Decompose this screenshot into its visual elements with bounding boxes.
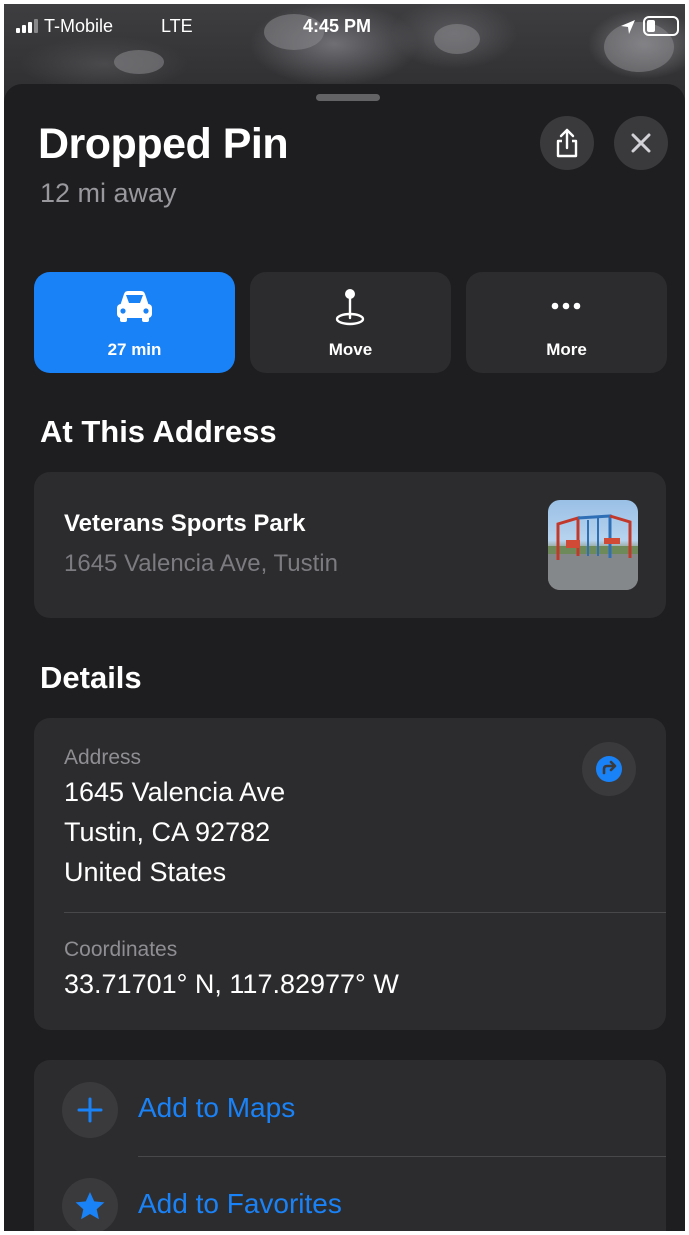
maps-screen: T-Mobile LTE 4:45 PM Dropped Pin 12 mi a… — [4, 4, 685, 1231]
share-icon — [556, 128, 578, 158]
address-label: Address — [64, 746, 142, 769]
details-card: Address 1645 Valencia Ave Tustin, CA 927… — [34, 718, 666, 1030]
location-arrow-icon — [621, 20, 635, 34]
battery-level-fill — [647, 20, 655, 32]
sheet-grabber[interactable] — [316, 94, 380, 101]
network-type: LTE — [161, 16, 193, 36]
add-to-maps-row[interactable]: Add to Maps — [34, 1060, 666, 1156]
distance-label: 12 mi away — [40, 178, 177, 208]
add-to-favorites-label: Add to Favorites — [138, 1188, 342, 1219]
place-address: 1645 Valencia Ave, Tustin — [64, 550, 338, 577]
move-pin-button[interactable]: Move — [250, 272, 451, 373]
battery-icon — [643, 16, 679, 36]
add-to-maps-label: Add to Maps — [138, 1092, 296, 1123]
place-photo-thumbnail — [548, 500, 638, 590]
directions-button[interactable] — [582, 742, 636, 796]
star-icon — [62, 1178, 118, 1231]
close-icon — [631, 133, 651, 153]
directions-arrow-icon — [596, 756, 622, 782]
address-line-2[interactable]: Tustin, CA 92782 — [64, 812, 270, 852]
car-icon — [117, 291, 152, 322]
actions-list-card: Add to Maps Add to Favorites — [34, 1060, 666, 1231]
add-to-favorites-row[interactable]: Add to Favorites — [34, 1156, 666, 1231]
more-label: More — [546, 340, 587, 359]
place-title: Dropped Pin — [38, 120, 289, 168]
pin-icon — [335, 289, 365, 326]
move-label: Move — [328, 340, 373, 359]
drive-time-label: 27 min — [107, 340, 162, 359]
address-line-3[interactable]: United States — [64, 852, 226, 892]
more-button[interactable]: More — [466, 272, 667, 373]
share-button[interactable] — [540, 116, 594, 170]
coordinates-label: Coordinates — [64, 938, 178, 961]
signal-strength-icon — [16, 19, 38, 33]
carrier-name: T-Mobile — [44, 16, 114, 36]
status-time: 4:45 PM — [303, 16, 372, 36]
place-sheet: Dropped Pin 12 mi away 27 min Move More … — [4, 84, 685, 1231]
ellipsis-icon — [551, 302, 581, 310]
address-line-1[interactable]: 1645 Valencia Ave — [64, 772, 285, 812]
status-bar: T-Mobile LTE 4:45 PM — [4, 4, 685, 48]
plus-icon — [62, 1082, 118, 1138]
details-divider — [64, 912, 666, 913]
park-photo-icon — [548, 514, 638, 590]
directions-drive-button[interactable]: 27 min — [34, 272, 235, 373]
at-this-address-heading: At This Address — [40, 414, 277, 449]
details-heading: Details — [40, 660, 142, 695]
close-button[interactable] — [614, 116, 668, 170]
place-name: Veterans Sports Park — [64, 510, 306, 537]
nearby-place-card[interactable]: Veterans Sports Park 1645 Valencia Ave, … — [34, 472, 666, 618]
coordinates-value[interactable]: 33.71701° N, 117.82977° W — [64, 964, 399, 1004]
